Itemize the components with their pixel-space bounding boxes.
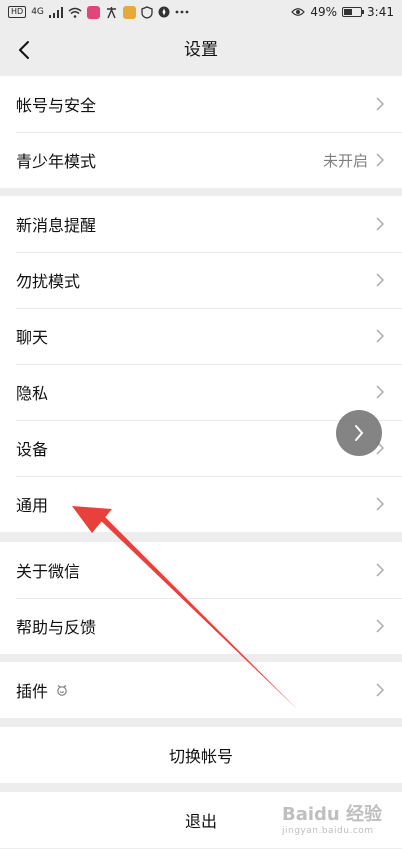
signal-icon xyxy=(48,6,63,18)
settings-item-label: 通用 xyxy=(16,496,49,515)
more-icon xyxy=(175,10,189,14)
settings-group-about: 关于微信 帮助与反馈 xyxy=(0,542,402,654)
watermark-text: Baidu 经验 xyxy=(282,804,383,825)
settings-item-help-feedback[interactable]: 帮助与反馈 xyxy=(0,598,402,654)
chevron-right-icon xyxy=(376,384,386,400)
settings-item-label: 新消息提醒 xyxy=(16,216,97,235)
settings-group-account: 帐号与安全 青少年模式 未开启 xyxy=(0,76,402,188)
baidu-watermark: Baidu 经验 jingyan.baidu.com xyxy=(282,792,398,844)
settings-item-label: 隐私 xyxy=(16,384,49,403)
page-title: 设置 xyxy=(184,40,218,60)
compass-icon xyxy=(158,6,170,18)
settings-item-label: 青少年模式 xyxy=(16,152,97,171)
chevron-right-icon xyxy=(376,682,386,698)
translate-icon xyxy=(106,6,116,18)
settings-group-plugins: 插件 xyxy=(0,662,402,718)
settings-item-label: 帮助与反馈 xyxy=(16,618,97,637)
settings-item-label: 设备 xyxy=(16,440,49,459)
settings-item-chat[interactable]: 聊天 xyxy=(0,308,402,364)
chevron-right-icon xyxy=(376,152,386,168)
wifi-icon xyxy=(68,7,82,18)
chevron-right-icon xyxy=(376,272,386,288)
battery-percent: 49% xyxy=(310,5,338,19)
chevron-right-icon xyxy=(376,562,386,578)
settings-item-label: 关于微信 xyxy=(16,562,81,581)
settings-item-teen-mode[interactable]: 青少年模式 未开启 xyxy=(0,132,402,188)
settings-item-label: 帐号与安全 xyxy=(16,96,97,115)
back-arrow-icon xyxy=(19,41,29,59)
chevron-right-icon xyxy=(376,496,386,512)
settings-item-general[interactable]: 通用 xyxy=(0,476,402,532)
hd-indicator: HD xyxy=(8,6,27,18)
settings-item-do-not-disturb[interactable]: 勿扰模式 xyxy=(0,252,402,308)
battery-icon xyxy=(342,7,365,17)
network-indicator: 4G xyxy=(31,7,44,17)
nav-bar: 设置 xyxy=(0,24,402,76)
settings-item-privacy[interactable]: 隐私 xyxy=(0,364,402,420)
app-notification-icon xyxy=(122,5,136,19)
switch-account-button[interactable]: 切换帐号 xyxy=(0,727,402,783)
chevron-right-icon xyxy=(376,328,386,344)
chevron-right-icon xyxy=(355,425,364,441)
settings-item-about-wechat[interactable]: 关于微信 xyxy=(0,542,402,598)
settings-group-general: 新消息提醒 勿扰模式 聊天 隐私 设备 通用 xyxy=(0,196,402,532)
chevron-right-icon xyxy=(376,618,386,634)
chevron-right-icon xyxy=(376,216,386,232)
floating-assist-button[interactable] xyxy=(336,410,382,456)
app-notification-icon xyxy=(86,5,100,19)
clock-time: 3:41 xyxy=(367,5,394,19)
status-bar-left: HD 4G xyxy=(8,5,189,19)
settings-item-value: 未开启 xyxy=(322,151,368,170)
settings-item-account-security[interactable]: 帐号与安全 xyxy=(0,76,402,132)
status-bar: HD 4G 49% 3:41 xyxy=(0,0,402,24)
watermark-subtext: jingyan.baidu.com xyxy=(282,826,374,836)
plugin-badge-icon xyxy=(57,685,67,696)
status-bar-right: 49% 3:41 xyxy=(291,5,394,19)
chevron-right-icon xyxy=(376,96,386,112)
settings-item-label: 聊天 xyxy=(16,328,49,347)
settings-item-label: 插件 xyxy=(16,682,49,701)
settings-item-label: 勿扰模式 xyxy=(16,272,81,291)
settings-item-plugins[interactable]: 插件 xyxy=(0,662,402,718)
battery-level xyxy=(344,9,353,15)
settings-item-new-message-alerts[interactable]: 新消息提醒 xyxy=(0,196,402,252)
back-button[interactable] xyxy=(6,32,42,68)
eye-icon xyxy=(291,8,306,16)
shield-icon xyxy=(141,5,153,19)
